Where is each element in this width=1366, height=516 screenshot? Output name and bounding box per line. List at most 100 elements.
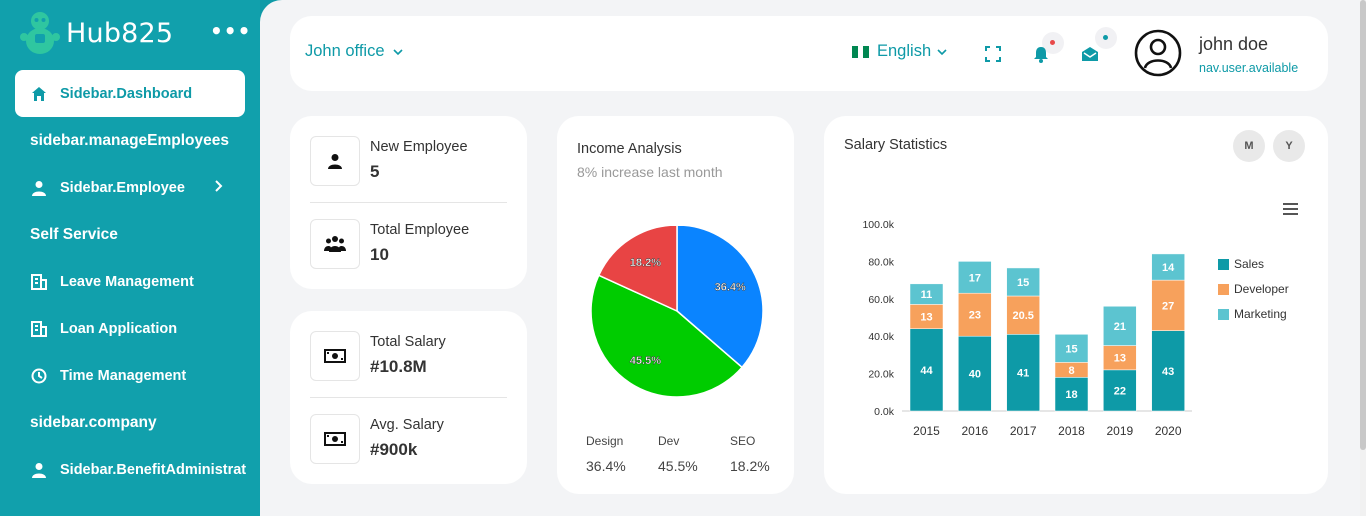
- y-tick-label: 20.0k: [868, 369, 894, 381]
- card-title: Income Analysis: [577, 141, 682, 157]
- sidebar-item-label: Sidebar.BenefitAdministrat: [60, 461, 247, 478]
- legend-swatch: [1218, 284, 1229, 295]
- sidebar-item-label: Sidebar.Dashboard: [60, 85, 193, 102]
- x-tick-label: 2020: [1155, 424, 1182, 438]
- legend-value: 45.5%: [658, 458, 698, 474]
- pie-data-label: 45.5%: [630, 355, 661, 367]
- chevron-right-icon: [214, 179, 224, 196]
- legend-label[interactable]: Sales: [1234, 257, 1264, 271]
- sidebar-item-label: Loan Application: [60, 320, 178, 337]
- scrollbar-thumb[interactable]: [1360, 0, 1366, 450]
- sidebar-item-employee[interactable]: Sidebar.Employee: [0, 164, 260, 211]
- x-tick-label: 2016: [961, 424, 988, 438]
- year-toggle-button[interactable]: Y: [1273, 130, 1305, 162]
- stat-value: #10.8M: [370, 357, 427, 376]
- user-status: nav.user.available: [1199, 61, 1299, 75]
- bar-data-label: 14: [1162, 262, 1175, 274]
- main-content: John office English john doe nav.user.av…: [260, 0, 1366, 516]
- group-icon: [310, 219, 360, 269]
- clock-icon: [30, 367, 48, 385]
- sidebar-section-manage-employees: sidebar.manageEmployees: [0, 117, 260, 164]
- y-tick-label: 40.0k: [868, 331, 894, 343]
- building-icon: [30, 320, 48, 338]
- topbar: John office English john doe nav.user.av…: [290, 16, 1328, 91]
- bar-data-label: 41: [1017, 368, 1029, 380]
- divider: [310, 397, 507, 398]
- legend-label: Design: [586, 434, 624, 448]
- stat-value: 5: [370, 162, 380, 181]
- bar-data-label: 13: [920, 312, 932, 324]
- sidebar-item-label: Leave Management: [60, 273, 194, 290]
- bar-data-label: 44: [920, 365, 933, 377]
- bar-data-label: 13: [1114, 353, 1126, 365]
- income-pie-chart: 36.4% 45.5% 18.2%: [590, 226, 764, 398]
- bar-data-label: 11: [921, 289, 933, 301]
- y-tick-label: 0.0k: [874, 406, 895, 418]
- bar-data-label: 8: [1068, 365, 1074, 377]
- sidebar-item-loan-application[interactable]: Loan Application: [0, 305, 260, 352]
- logo-icon: [20, 12, 60, 54]
- stat-value: #900k: [370, 440, 418, 459]
- sidebar-item-time-management[interactable]: Time Management: [0, 352, 260, 399]
- sidebar-menu-button[interactable]: •••: [210, 21, 251, 41]
- bar-data-label: 40: [969, 369, 981, 381]
- salary-statistics-card: Salary Statistics M Y 0.0k 20.0k 40.0k 60.0…: [824, 116, 1328, 494]
- month-toggle-button[interactable]: M: [1233, 130, 1265, 162]
- office-selector[interactable]: John office: [305, 42, 403, 61]
- y-tick-label: 60.0k: [868, 294, 894, 306]
- x-tick-label: 2018: [1058, 424, 1085, 438]
- app-name: Hub825: [66, 17, 174, 49]
- banknote-icon: [310, 414, 360, 464]
- salary-stats-card: Total Salary #10.8M Avg. Salary #900k: [290, 311, 527, 484]
- stat-value: 10: [370, 245, 389, 264]
- legend-label: Dev: [658, 434, 680, 448]
- page-scrollbar[interactable]: [1360, 0, 1366, 516]
- user-icon: [30, 179, 48, 197]
- language-label: English: [877, 42, 932, 60]
- bar-data-label: 17: [969, 272, 981, 284]
- sidebar-item-dashboard[interactable]: Sidebar.Dashboard: [15, 70, 245, 117]
- bar-data-label: 20.5: [1012, 310, 1033, 322]
- salary-bar-chart: 0.0k 20.0k 40.0k 60.0k 80.0k 100.0k 44 13 11 2015…: [862, 203, 1298, 438]
- sidebar: Hub825 ••• Sidebar.Dashboard sidebar.man…: [0, 0, 260, 516]
- legend-label: SEO: [730, 434, 756, 448]
- bar-data-label: 18: [1065, 389, 1077, 401]
- sidebar-item-leave-management[interactable]: Leave Management: [0, 258, 260, 305]
- income-analysis-card: Income Analysis 8% increase last month 3…: [557, 116, 794, 494]
- legend-label[interactable]: Marketing: [1234, 307, 1287, 321]
- mail-icon[interactable]: [1080, 44, 1100, 64]
- avatar[interactable]: [1134, 29, 1182, 77]
- sidebar-section-label: Self Service: [30, 225, 118, 243]
- bar-data-label: 15: [1017, 277, 1029, 289]
- sidebar-item-label: Time Management: [60, 367, 187, 384]
- sidebar-section-company: sidebar.company: [0, 399, 260, 446]
- card-subtitle: 8% increase last month: [577, 164, 723, 180]
- language-selector[interactable]: English: [852, 42, 947, 61]
- pie-data-label: 18.2%: [630, 257, 661, 269]
- stat-label: Avg. Salary: [370, 417, 444, 433]
- sidebar-item-benefit-administration[interactable]: Sidebar.BenefitAdministrat: [0, 446, 260, 493]
- stat-avg-salary: Avg. Salary #900k: [310, 414, 507, 464]
- legend-value: 36.4%: [586, 458, 626, 474]
- chevron-down-icon: [389, 42, 403, 60]
- bar-data-label: 21: [1114, 321, 1126, 333]
- x-tick-label: 2015: [913, 424, 940, 438]
- sidebar-section-self-service: Self Service: [0, 211, 260, 258]
- legend-swatch: [1218, 309, 1229, 320]
- fullscreen-icon[interactable]: [983, 44, 1003, 64]
- legend-label[interactable]: Developer: [1234, 282, 1289, 296]
- x-tick-label: 2019: [1106, 424, 1133, 438]
- bar-data-label: 15: [1065, 343, 1077, 355]
- stat-total-salary: Total Salary #10.8M: [310, 331, 507, 381]
- divider: [310, 202, 507, 203]
- sidebar-nav: Sidebar.Dashboard sidebar.manageEmployee…: [0, 70, 260, 493]
- stat-label: New Employee: [370, 139, 468, 155]
- legend-value: 18.2%: [730, 458, 770, 474]
- brand[interactable]: Hub825: [20, 10, 173, 56]
- y-tick-label: 100.0k: [862, 219, 894, 231]
- hamburger-icon[interactable]: [1283, 203, 1298, 215]
- stat-label: Total Salary: [370, 334, 446, 350]
- user-name[interactable]: john doe: [1199, 34, 1268, 55]
- bell-icon[interactable]: [1031, 44, 1051, 64]
- sidebar-section-label: sidebar.company: [30, 413, 157, 431]
